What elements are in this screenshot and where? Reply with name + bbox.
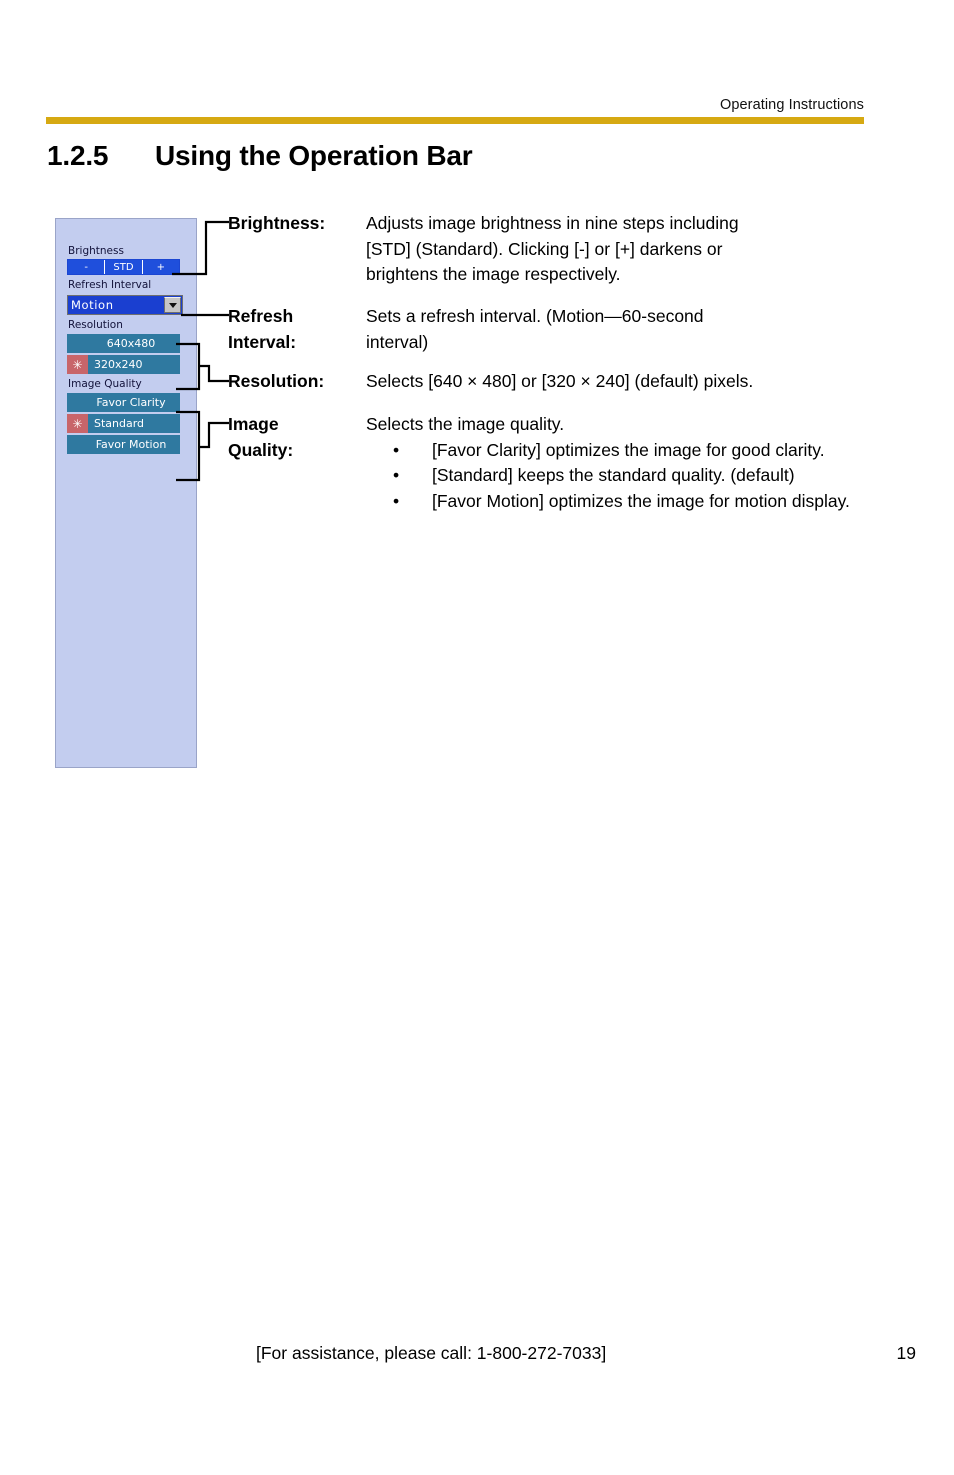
resolution-option-label: 320x240: [94, 358, 143, 371]
brightness-decrease-button[interactable]: -: [68, 260, 106, 274]
list-item-text: [Favor Clarity] optimizes the image for …: [432, 439, 825, 460]
definition-resolution: Resolution: Selects [640 × 480] or [320 …: [228, 369, 866, 395]
page-number: 19: [896, 1343, 916, 1363]
image-quality-option-favor-clarity[interactable]: Favor Clarity: [67, 393, 180, 412]
operation-bar-panel: Brightness - STD + Refresh Interval Moti…: [55, 218, 197, 768]
definition-description: Sets a refresh interval. (Motion—60-seco…: [366, 304, 866, 355]
header-title: Operating Instructions: [719, 97, 864, 113]
definition-image-quality: Image Quality: Selects the image quality…: [228, 412, 866, 514]
definition-term: Resolution:: [228, 371, 325, 391]
page-header: Operating Instructions: [46, 96, 864, 124]
list-item: • [Standard] keeps the standard quality.…: [366, 463, 866, 489]
section-title: Using the Operation Bar: [155, 140, 473, 171]
definition-description: Adjusts image brightness in nine steps i…: [366, 211, 866, 288]
page-title: 1.2.5 Using the Operation Bar: [47, 140, 473, 172]
selection-marker: [67, 393, 88, 412]
page-footer: [For assistance, please call: 1-800-272-…: [256, 1343, 916, 1364]
image-quality-option-label: Standard: [94, 417, 145, 430]
resolution-option-label: 640x480: [106, 337, 156, 350]
image-quality-option-favor-motion[interactable]: Favor Motion: [67, 435, 180, 454]
selection-marker: [67, 334, 88, 353]
bullet-icon: •: [393, 465, 400, 485]
definition-intro: Selects the image quality.: [366, 414, 565, 434]
brightness-control[interactable]: - STD +: [67, 259, 180, 275]
resolution-option-320x240[interactable]: ✳ 320x240: [67, 355, 180, 374]
definition-line: interval): [366, 331, 429, 352]
list-item-text: [Standard] keeps the standard quality. (…: [432, 465, 795, 485]
image-quality-bullet-list: • [Favor Clarity] optimizes the image fo…: [366, 438, 866, 515]
definition-term-line: Quality:: [228, 439, 294, 460]
bullet-icon: •: [393, 439, 400, 460]
list-item-text: [Favor Motion] optimizes the image for m…: [432, 490, 850, 511]
header-rule: [46, 117, 864, 124]
brightness-increase-button[interactable]: +: [142, 260, 179, 274]
callout-image-quality: [199, 421, 229, 449]
brightness-label: Brightness: [68, 245, 124, 257]
section-number: 1.2.5: [47, 140, 109, 171]
list-item: • [Favor Motion] optimizes the image for…: [366, 489, 866, 515]
image-quality-option-label: Favor Clarity: [96, 396, 166, 409]
brightness-standard-button[interactable]: STD: [105, 260, 143, 274]
image-quality-label: Image Quality: [68, 378, 142, 390]
definition-refresh-interval: Refresh Interval: Sets a refresh interva…: [228, 304, 866, 355]
definition-term: Image Quality:: [228, 412, 366, 514]
definition-description: Selects [640 × 480] or [320 × 240] (defa…: [366, 369, 866, 395]
selection-marker: [67, 435, 88, 454]
definition-line: Adjusts image brightness in nine steps i…: [366, 213, 739, 233]
refresh-interval-select[interactable]: Motion: [67, 295, 183, 315]
definition-description: Selects the image quality. • [Favor Clar…: [366, 412, 866, 514]
refresh-interval-value: Motion: [71, 298, 114, 312]
bullet-icon: •: [393, 490, 400, 511]
resolution-label: Resolution: [68, 319, 123, 331]
definition-term-line: Refresh: [228, 306, 294, 326]
image-quality-option-standard[interactable]: ✳ Standard: [67, 414, 180, 433]
assistance-text: [For assistance, please call: 1-800-272-…: [256, 1343, 607, 1363]
resolution-option-640x480[interactable]: 640x480: [67, 334, 180, 353]
list-item: • [Favor Clarity] optimizes the image fo…: [366, 438, 866, 464]
definition-term-line: Image: [228, 414, 279, 434]
definition-brightness: Brightness: Adjusts image brightness in …: [228, 211, 866, 288]
image-quality-option-label: Favor Motion: [95, 438, 167, 451]
definition-term: Refresh Interval:: [228, 304, 366, 355]
definition-line: brightens the image respectively.: [366, 264, 621, 284]
callout-resolution: [199, 364, 229, 383]
definition-term-line: Interval:: [228, 331, 297, 352]
definition-line: Sets a refresh interval. (Motion—60-seco…: [366, 306, 704, 326]
asterisk-selected-icon: ✳: [67, 355, 88, 374]
chevron-down-icon[interactable]: [164, 297, 181, 313]
definition-line: Selects [640 × 480] or [320 × 240] (defa…: [366, 371, 754, 391]
refresh-interval-label: Refresh Interval: [68, 279, 152, 291]
definition-line: [STD] (Standard). Clicking [-] or [+] da…: [366, 238, 723, 259]
asterisk-selected-icon: ✳: [67, 414, 88, 433]
definition-term: Brightness:: [228, 213, 326, 233]
